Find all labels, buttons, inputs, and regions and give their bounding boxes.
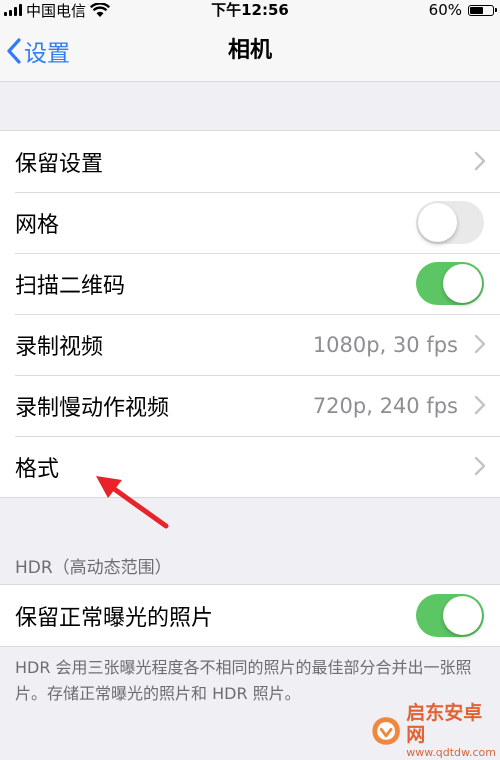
watermark-logo-icon: [372, 717, 400, 745]
watermark-name: 启东安卓网: [406, 702, 483, 746]
row-label: 扫描二维码: [15, 273, 126, 299]
row-label: 保留正常曝光的照片: [15, 605, 214, 631]
watermark-url: www.qdtdw.com: [406, 746, 496, 759]
navigation-bar: 设置 相机: [0, 20, 500, 82]
row-preserve-settings[interactable]: 保留设置: [0, 131, 500, 192]
status-bar: 中国电信 下午12:56 60%: [0, 0, 500, 20]
chevron-right-icon: [474, 151, 486, 171]
toggle-knob: [443, 264, 482, 303]
status-time: 下午12:56: [211, 1, 289, 19]
watermark-text: 启东安卓网 www.qdtdw.com: [406, 702, 496, 760]
row-record-video[interactable]: 录制视频 1080p, 30 fps: [0, 314, 500, 375]
battery-level: [470, 6, 484, 14]
row-label: 保留设置: [15, 151, 104, 177]
chevron-right-icon: [474, 395, 486, 415]
row-label: 录制慢动作视频: [15, 395, 170, 421]
row-formats[interactable]: 格式: [0, 436, 500, 497]
toggle-knob: [418, 203, 457, 242]
row-keep-normal-photo: 保留正常曝光的照片: [0, 585, 500, 646]
watermark: 启东安卓网 www.qdtdw.com: [370, 702, 496, 760]
row-label: 格式: [15, 456, 60, 482]
annotation-arrow-icon: [96, 476, 169, 529]
row-record-slo-mo[interactable]: 录制慢动作视频 720p, 240 fps: [0, 375, 500, 436]
grid-toggle[interactable]: [416, 201, 484, 244]
status-right: 60%: [428, 0, 497, 20]
page-title: 相机: [227, 38, 272, 63]
row-label: 录制视频: [15, 334, 104, 360]
row-value: 1080p, 30 fps: [312, 332, 458, 357]
chevron-right-icon: [474, 334, 486, 354]
scan-qr-toggle[interactable]: [416, 262, 484, 305]
section-header-hdr: HDR（高动态范围）: [15, 558, 172, 578]
row-label: 网格: [15, 212, 60, 238]
chevron-right-icon: [474, 456, 486, 476]
row-grid: 网格: [0, 192, 500, 253]
battery-icon: [468, 4, 497, 16]
settings-group-main: 保留设置 网格 扫描二维码 录制视频 1080p, 30 fps 录制慢动作视频…: [0, 130, 500, 498]
battery-percent: 60%: [428, 1, 462, 19]
settings-group-hdr: 保留正常曝光的照片: [0, 584, 500, 647]
keep-normal-photo-toggle[interactable]: [416, 594, 484, 637]
toggle-knob: [443, 596, 482, 635]
hdr-footer-note: HDR 会用三张曝光程度各不相同的照片的最佳部分合并出一张照片。存储正常曝光的照…: [15, 658, 472, 703]
row-scan-qr-code: 扫描二维码: [0, 253, 500, 314]
row-value: 720p, 240 fps: [312, 393, 458, 418]
